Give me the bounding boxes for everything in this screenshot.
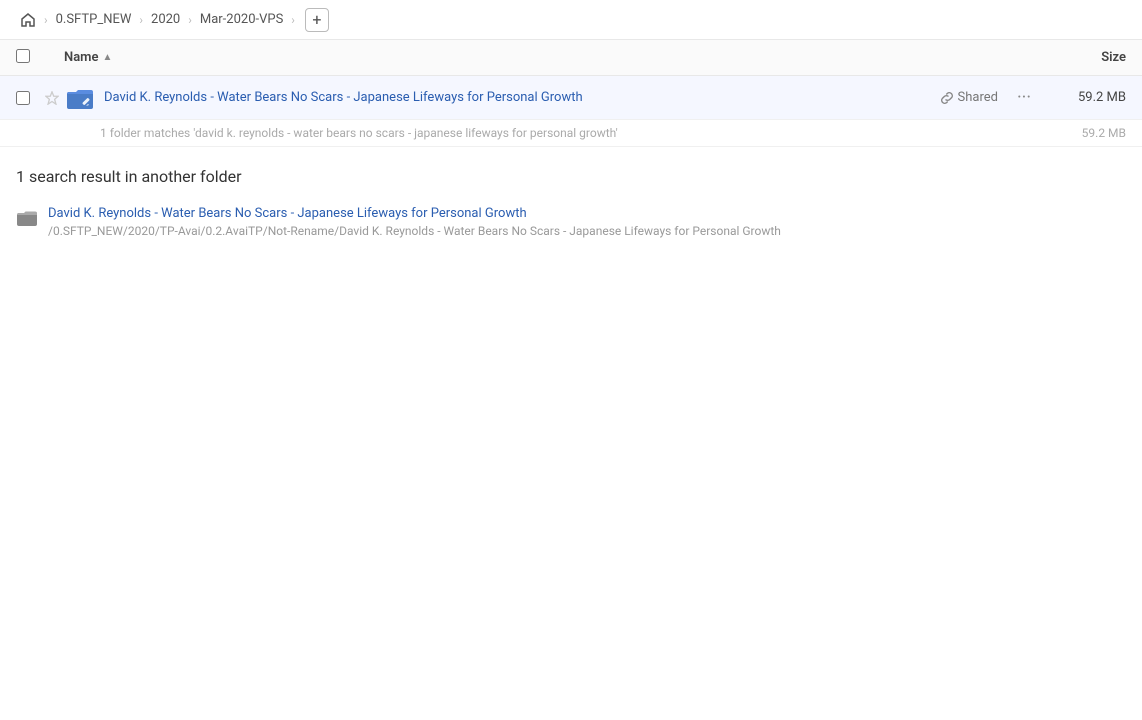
matches-size: 59.2 MB bbox=[1082, 126, 1126, 140]
column-header: Name ▲ Size bbox=[0, 40, 1142, 76]
main-file-row: David K. Reynolds - Water Bears No Scars… bbox=[0, 76, 1142, 120]
row-star-button[interactable] bbox=[40, 91, 64, 105]
row-checkbox-input[interactable] bbox=[16, 91, 30, 105]
breadcrumb-sep-0: › bbox=[44, 13, 48, 27]
matches-info-line: 1 folder matches 'david k. reynolds - wa… bbox=[0, 120, 1142, 147]
breadcrumb-item-0[interactable]: 0.SFTP_NEW bbox=[52, 10, 136, 29]
breadcrumb-sep-2: › bbox=[188, 13, 192, 27]
shared-label: Shared bbox=[958, 90, 998, 105]
link-icon bbox=[940, 91, 954, 105]
another-folder-heading: 1 search result in another folder bbox=[0, 147, 1142, 198]
row-more-button[interactable]: ··· bbox=[1010, 84, 1038, 112]
add-tab-button[interactable]: + bbox=[305, 8, 329, 32]
result-name[interactable]: David K. Reynolds - Water Bears No Scars… bbox=[48, 206, 1126, 221]
row-shared-badge: Shared bbox=[940, 90, 998, 105]
home-button[interactable] bbox=[16, 10, 40, 30]
breadcrumb-sep-3: › bbox=[291, 13, 295, 27]
folder-pencil-icon bbox=[66, 85, 94, 111]
select-all-checkbox[interactable] bbox=[16, 49, 40, 67]
name-column-label: Name bbox=[64, 50, 98, 65]
row-folder-icon bbox=[64, 85, 96, 111]
select-all-input[interactable] bbox=[16, 49, 30, 63]
search-result-row: David K. Reynolds - Water Bears No Scars… bbox=[0, 198, 1142, 246]
name-column-header[interactable]: Name ▲ bbox=[64, 50, 1046, 65]
breadcrumb: › 0.SFTP_NEW › 2020 › Mar-2020-VPS › + bbox=[0, 0, 1142, 40]
row-file-name[interactable]: David K. Reynolds - Water Bears No Scars… bbox=[96, 90, 940, 105]
matches-text: 1 folder matches 'david k. reynolds - wa… bbox=[100, 126, 618, 140]
result-folder-icon bbox=[16, 208, 38, 232]
breadcrumb-sep-1: › bbox=[139, 13, 143, 27]
folder-icon bbox=[16, 208, 38, 228]
row-checkbox[interactable] bbox=[16, 91, 40, 105]
result-path: /0.SFTP_NEW/2020/TP-Avai/0.2.AvaiTP/Not-… bbox=[48, 224, 1126, 238]
size-column-header: Size bbox=[1046, 50, 1126, 65]
row-size: 59.2 MB bbox=[1046, 90, 1126, 105]
breadcrumb-item-2[interactable]: Mar-2020-VPS bbox=[196, 10, 287, 29]
sort-indicator: ▲ bbox=[102, 52, 112, 63]
result-text: David K. Reynolds - Water Bears No Scars… bbox=[48, 206, 1126, 238]
breadcrumb-item-1[interactable]: 2020 bbox=[147, 10, 184, 29]
more-dots: ··· bbox=[1017, 87, 1031, 108]
